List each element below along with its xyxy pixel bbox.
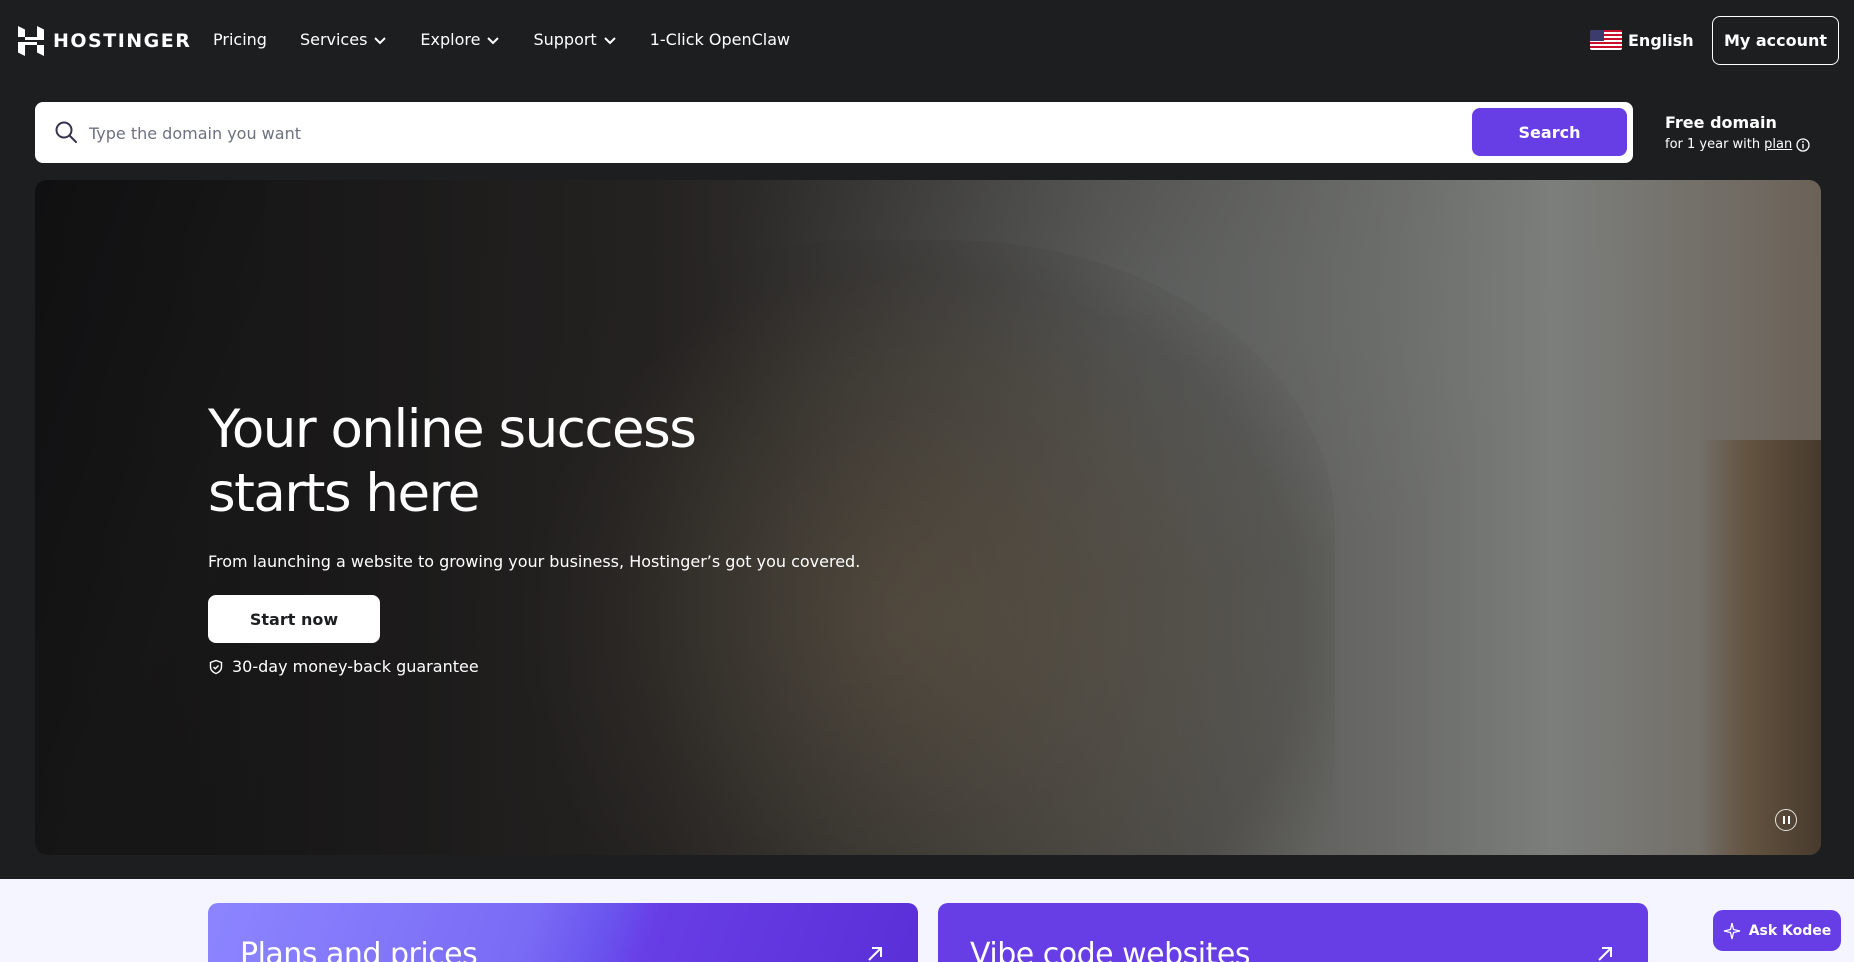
- search-icon: [55, 121, 77, 143]
- nav-support[interactable]: Support: [533, 30, 616, 49]
- domain-search-bar: Search: [35, 102, 1633, 163]
- hero-banner: Your online success starts here From lau…: [35, 180, 1821, 855]
- top-navigation: HOSTINGER Pricing Services Explore Suppo…: [0, 0, 1854, 82]
- arrow-up-right-icon: [1598, 947, 1612, 961]
- arrow-up-right-icon: [868, 947, 882, 961]
- my-account-button[interactable]: My account: [1712, 16, 1839, 65]
- card-title: Plans and prices: [240, 937, 478, 962]
- guarantee-text: 30-day money-back guarantee: [232, 657, 479, 676]
- hero-subtitle: From launching a website to growing your…: [208, 552, 861, 571]
- free-domain-title: Free domain: [1665, 113, 1777, 132]
- nav-openclaw[interactable]: 1-Click OpenClaw: [650, 30, 790, 49]
- card-title: Vibe code websites: [970, 937, 1250, 962]
- search-button[interactable]: Search: [1472, 108, 1627, 156]
- free-domain-prefix: for 1 year with: [1665, 137, 1761, 152]
- nav-links: Pricing Services Explore Support 1-Click…: [213, 30, 823, 49]
- plans-and-prices-card[interactable]: Plans and prices: [208, 903, 918, 962]
- hostinger-logo[interactable]: HOSTINGER: [18, 26, 191, 56]
- vibe-code-websites-card[interactable]: Vibe code websites: [938, 903, 1648, 962]
- hostinger-logo-icon: [18, 26, 44, 56]
- pause-video-button[interactable]: [1775, 809, 1797, 831]
- free-domain-subtitle: for 1 year with plan: [1665, 137, 1810, 152]
- nav-support-label: Support: [533, 30, 597, 49]
- nav-explore-label: Explore: [420, 30, 481, 49]
- nav-services-label: Services: [299, 30, 368, 49]
- hero-title: Your online success starts here: [208, 399, 697, 524]
- sparkle-icon: [1723, 922, 1740, 939]
- chevron-down-icon: [487, 36, 500, 44]
- money-back-guarantee: 30-day money-back guarantee: [208, 657, 860, 676]
- language-selector[interactable]: English: [1590, 30, 1694, 50]
- pause-icon: [1787, 816, 1790, 824]
- us-flag-icon: [1590, 30, 1622, 50]
- nav-pricing[interactable]: Pricing: [213, 30, 267, 49]
- nav-services[interactable]: Services: [300, 30, 387, 49]
- info-icon[interactable]: [1796, 137, 1810, 152]
- logo-text: HOSTINGER: [53, 30, 192, 52]
- nav-openclaw-label: 1-Click OpenClaw: [649, 30, 791, 49]
- start-now-button[interactable]: Start now: [208, 595, 380, 643]
- domain-search-input[interactable]: [89, 115, 1189, 151]
- ask-kodee-button[interactable]: Ask Kodee: [1713, 910, 1841, 951]
- shield-check-icon: [209, 659, 223, 674]
- hero-content: Your online success starts here From lau…: [208, 398, 860, 676]
- nav-explore[interactable]: Explore: [420, 30, 500, 49]
- plan-link[interactable]: plan: [1764, 137, 1792, 152]
- language-label: English: [1628, 30, 1694, 50]
- chevron-down-icon: [603, 36, 616, 44]
- feature-cards-section: Plans and prices Vibe code websites: [0, 879, 1854, 962]
- ask-kodee-label: Ask Kodee: [1748, 922, 1832, 939]
- pause-icon: [1782, 816, 1785, 824]
- free-domain-info: Free domain for 1 year with plan: [1665, 113, 1810, 152]
- nav-pricing-label: Pricing: [213, 30, 267, 49]
- chevron-down-icon: [374, 36, 387, 44]
